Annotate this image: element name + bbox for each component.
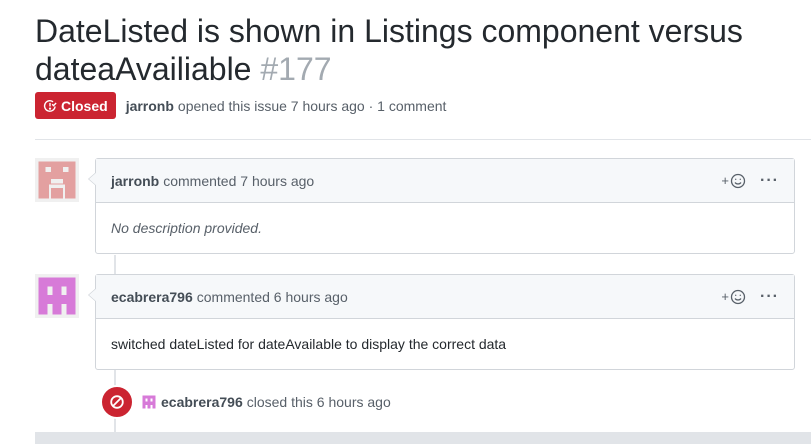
comment-actions: + ··· (721, 159, 779, 202)
issue-title: DateListed is shown in Listings componen… (35, 12, 795, 88)
issue-author-link[interactable]: jarronb (126, 98, 174, 114)
comment-author-link[interactable]: ecabrera796 (111, 289, 193, 305)
state-label: Closed (61, 97, 108, 114)
reaction-plus: + (721, 289, 730, 304)
bottom-bar (35, 432, 811, 444)
event-author-link[interactable]: ecabrera796 (161, 394, 243, 410)
comment-header: ecabrera796 commented 6 hours ago + ··· (96, 275, 794, 319)
issue-number: #177 (260, 51, 332, 87)
smiley-icon (730, 173, 746, 188)
timeline-event-closed: ecabrera796 closed this 6 hours ago (100, 385, 391, 419)
comment-timestamp[interactable]: commented 6 hours ago (197, 289, 348, 305)
smiley-icon (730, 289, 746, 304)
comment-header: jarronb commented 7 hours ago + ··· (96, 159, 794, 203)
add-reaction-button[interactable]: + (721, 173, 746, 189)
comment-body: No description provided. (111, 220, 262, 236)
header-divider (35, 139, 811, 140)
avatar[interactable] (35, 158, 79, 202)
avatar[interactable] (35, 274, 79, 318)
event-badge (100, 385, 134, 419)
reaction-plus: + (721, 173, 730, 188)
comment-2: ecabrera796 commented 6 hours ago + ··· … (88, 274, 795, 370)
comment-timestamp[interactable]: commented 7 hours ago (163, 173, 314, 189)
add-reaction-button[interactable]: + (721, 289, 746, 305)
comment-actions: + ··· (721, 275, 779, 318)
avatar[interactable] (141, 394, 157, 410)
event-text: closed this 6 hours ago (246, 394, 391, 410)
comment-1: jarronb commented 7 hours ago + ··· No d… (88, 158, 795, 254)
circle-slash-icon (110, 395, 124, 409)
state-badge: Closed (35, 92, 116, 119)
comment-author-link[interactable]: jarronb (111, 173, 159, 189)
issue-title-text: DateListed is shown in Listings componen… (35, 13, 743, 87)
issue-meta: Closed jarronb opened this issue 7 hours… (35, 92, 446, 119)
comment-body: switched dateListed for dateAvailable to… (111, 336, 507, 352)
identicon-ecabrera796-small (142, 395, 156, 409)
issue-meta-text: opened this issue 7 hours ago · 1 commen… (177, 97, 447, 114)
more-options-button[interactable]: ··· (760, 288, 779, 304)
identicon-jarronb (35, 158, 79, 202)
more-options-button[interactable]: ··· (760, 172, 779, 188)
identicon-ecabrera796 (35, 274, 79, 318)
issue-closed-icon (43, 99, 57, 112)
